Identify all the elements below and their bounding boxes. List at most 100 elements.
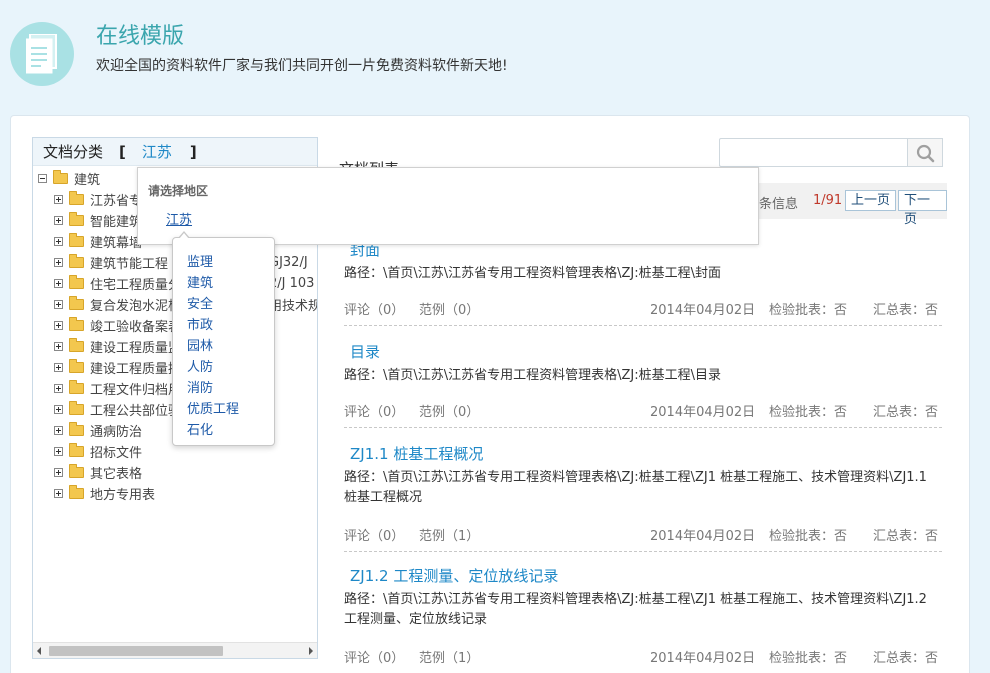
- tree-item[interactable]: 地方专用表: [54, 483, 155, 504]
- expand-icon[interactable]: [54, 258, 63, 267]
- summary-flag: 汇总表：否: [873, 405, 939, 420]
- tree-item-label: 复合发泡水泥板: [90, 299, 182, 314]
- tree-item[interactable]: 建设工程质量控: [54, 357, 181, 378]
- tree-item-label: 建设工程质量监: [90, 341, 182, 356]
- document-date: 2014年04月02日: [650, 529, 756, 544]
- tree-item[interactable]: 智能建筑: [54, 210, 142, 231]
- expand-icon[interactable]: [54, 216, 63, 225]
- expand-icon[interactable]: [54, 300, 63, 309]
- expand-icon[interactable]: [54, 468, 63, 477]
- expand-icon[interactable]: [54, 195, 63, 204]
- tree-item[interactable]: 通病防治: [54, 420, 142, 441]
- category-option[interactable]: 安全: [187, 293, 213, 312]
- tree-item[interactable]: 建筑幕墙: [54, 231, 142, 252]
- folder-icon: [69, 191, 84, 205]
- tree-root-item[interactable]: 建筑: [38, 168, 100, 189]
- collapse-icon[interactable]: [38, 174, 47, 183]
- category-option[interactable]: 园林: [187, 335, 213, 354]
- search-input[interactable]: [719, 138, 909, 167]
- folder-icon: [69, 485, 84, 499]
- tree-item[interactable]: 江苏省专: [54, 189, 142, 210]
- category-option[interactable]: 监理: [187, 251, 213, 270]
- tree-item[interactable]: 招标文件: [54, 441, 142, 462]
- tree-item[interactable]: 其它表格: [54, 462, 142, 483]
- document-title-link[interactable]: ZJ1.2 工程测量、定位放线记录: [350, 565, 558, 586]
- comments-link[interactable]: 评论（0）: [344, 647, 404, 666]
- folder-icon: [69, 296, 84, 310]
- expand-icon[interactable]: [54, 384, 63, 393]
- region-option-jiangsu[interactable]: 江苏: [166, 209, 192, 228]
- category-option[interactable]: 建筑: [187, 272, 213, 291]
- examples-link[interactable]: 范例（1）: [419, 525, 479, 544]
- folder-open-icon: [53, 170, 68, 184]
- region-popup: 请选择地区 江苏: [137, 167, 759, 245]
- comments-link[interactable]: 评论（0）: [344, 299, 404, 318]
- examples-link[interactable]: 范例（0）: [419, 401, 479, 420]
- folder-icon: [69, 317, 84, 331]
- site-subtitle: 欢迎全国的资料软件厂家与我们共同开创一片免费资料软件新天地!: [96, 58, 508, 74]
- document-item: ZJ1.1 桩基工程概况 路径：\首页\江苏\江苏省专用工程资料管理表格\ZJ:桩…: [344, 442, 942, 552]
- comments-link[interactable]: 评论（0）: [344, 401, 404, 420]
- search-icon: [916, 144, 935, 163]
- inspection-batch-flag: 检验批表：否: [769, 651, 848, 666]
- expand-icon[interactable]: [54, 426, 63, 435]
- document-date: 2014年04月02日: [650, 303, 756, 318]
- region-popup-label: 请选择地区: [148, 184, 209, 198]
- examples-link[interactable]: 范例（1）: [419, 647, 479, 666]
- tree-item-label: 工程公共部位验: [90, 404, 182, 419]
- summary-flag: 汇总表：否: [873, 303, 939, 318]
- scroll-right-icon[interactable]: [309, 647, 313, 655]
- tree-item-label: 智能建筑: [90, 215, 143, 230]
- tree-item[interactable]: 建设工程质量监: [54, 336, 181, 357]
- tree-item[interactable]: 竣工验收备案表: [54, 315, 181, 336]
- folder-icon: [69, 443, 84, 457]
- tree-item[interactable]: 复合发泡水泥板: [54, 294, 181, 315]
- tree-item[interactable]: 住宅工程质量分: [54, 273, 181, 294]
- category-option[interactable]: 石化: [187, 419, 213, 438]
- horizontal-scrollbar[interactable]: [33, 642, 317, 658]
- category-heading: 文档分类: [43, 143, 104, 161]
- scroll-left-icon[interactable]: [37, 647, 41, 655]
- category-option[interactable]: 人防: [187, 356, 213, 375]
- bracket-open: [: [119, 142, 126, 161]
- tree-item[interactable]: 工程公共部位验: [54, 399, 181, 420]
- search-button[interactable]: [907, 138, 943, 167]
- expand-icon[interactable]: [54, 405, 63, 414]
- expand-icon[interactable]: [54, 321, 63, 330]
- expand-icon[interactable]: [54, 363, 63, 372]
- folder-icon: [69, 422, 84, 436]
- inspection-batch-flag: 检验批表：否: [769, 529, 848, 544]
- document-title-link[interactable]: ZJ1.1 桩基工程概况: [350, 443, 483, 464]
- folder-icon: [69, 254, 84, 268]
- tree-item[interactable]: 建筑节能工程: [54, 252, 168, 273]
- comments-link[interactable]: 评论（0）: [344, 525, 404, 544]
- document-title-link[interactable]: 目录: [350, 341, 380, 362]
- tree-item[interactable]: 工程文件归档用: [54, 378, 181, 399]
- expand-icon[interactable]: [54, 489, 63, 498]
- document-date: 2014年04月02日: [650, 651, 756, 666]
- prev-page-button[interactable]: 上一页: [845, 190, 897, 211]
- next-page-button[interactable]: 下一页: [898, 190, 947, 227]
- tree-item-overflow-text: 用技术规: [269, 299, 317, 314]
- tree-item-label: 工程文件归档用: [90, 383, 182, 398]
- expand-icon[interactable]: [54, 447, 63, 456]
- folder-icon: [69, 275, 84, 289]
- examples-link[interactable]: 范例（0）: [419, 299, 479, 318]
- folder-icon: [69, 464, 84, 478]
- tree-item-overflow-text: 2/J 103: [269, 276, 315, 291]
- category-option[interactable]: 市政: [187, 314, 213, 333]
- site-title: 在线模版: [96, 24, 185, 49]
- document-logo-icon: [10, 22, 74, 86]
- document-date: 2014年04月02日: [650, 405, 756, 420]
- tree-item-label: 竣工验收备案表: [90, 320, 182, 335]
- tree-item-label: 建筑幕墙: [90, 236, 143, 251]
- region-selector-link[interactable]: 江苏: [142, 141, 172, 162]
- expand-icon[interactable]: [54, 279, 63, 288]
- folder-icon: [69, 380, 84, 394]
- category-option[interactable]: 优质工程: [187, 398, 239, 417]
- expand-icon[interactable]: [54, 237, 63, 246]
- scrollbar-thumb[interactable]: [49, 646, 223, 656]
- expand-icon[interactable]: [54, 342, 63, 351]
- category-option[interactable]: 消防: [187, 377, 213, 396]
- tree-root-label: 建筑: [74, 173, 101, 188]
